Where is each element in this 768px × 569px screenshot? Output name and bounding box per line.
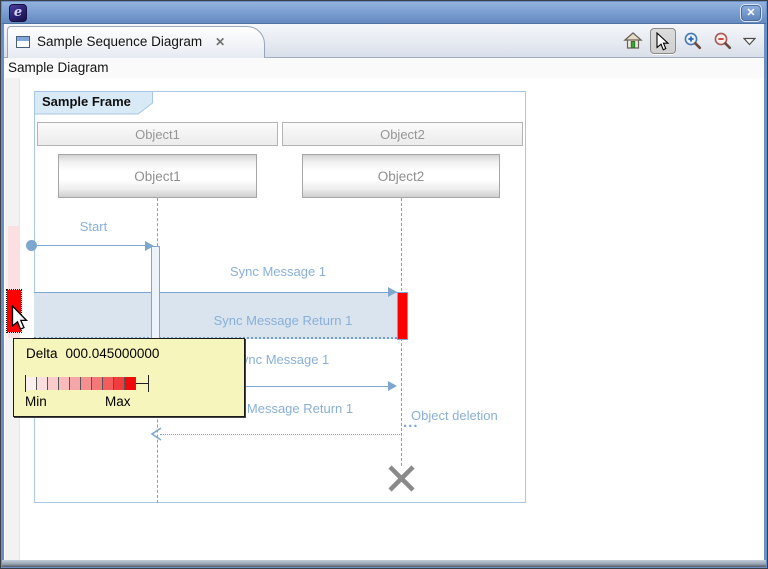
mouse-cursor-icon: [11, 305, 29, 332]
tab-label: Sample Sequence Diagram: [37, 34, 202, 49]
scale-segment: [70, 377, 81, 390]
delta-label: Delta: [26, 346, 58, 361]
scale-max-label: Max: [105, 394, 131, 409]
object-deletion-label[interactable]: Object deletion: [411, 408, 521, 423]
window-bottom-border: [2, 560, 766, 567]
sync-return-label[interactable]: Sync Message Return 1: [203, 313, 363, 328]
zoom-out-button[interactable]: [710, 28, 736, 54]
tab-close-icon[interactable]: ✕: [215, 35, 225, 49]
async-arrowhead-icon: [388, 381, 397, 391]
frame-title: Sample Frame: [42, 94, 131, 109]
start-arrowhead-icon: [145, 241, 154, 251]
scale-segment: [48, 377, 59, 390]
lifeline-label: Object1: [134, 169, 181, 184]
window-close-button[interactable]: ✕: [740, 4, 762, 22]
lifeline-box-object2[interactable]: Object2: [302, 154, 500, 198]
lifeline-header-object1[interactable]: Object1: [37, 122, 278, 146]
lifeline-label: Object2: [378, 169, 425, 184]
frame-title-tag: Sample Frame: [34, 91, 154, 115]
sync-message-label[interactable]: Sync Message 1: [218, 264, 338, 279]
tab-sample-sequence-diagram[interactable]: Sample Sequence Diagram ✕: [7, 26, 265, 58]
header-label: Object1: [135, 127, 180, 142]
start-message-line[interactable]: [31, 245, 145, 246]
object-deletion-x-icon[interactable]: [386, 463, 417, 494]
delta-value: 000.045000000: [66, 346, 160, 361]
diagram-canvas[interactable]: Sample Frame Object1 Object2 Object1 Obj…: [4, 78, 764, 560]
scale-segment: [114, 377, 125, 390]
start-message-label[interactable]: Start: [66, 219, 121, 234]
scale-segment: [37, 377, 48, 390]
time-ellipsis: ...: [403, 414, 419, 431]
home-icon: [623, 31, 643, 51]
delta-tooltip: Delta 000.045000000 Min Max: [13, 338, 245, 417]
red-execution-bar[interactable]: [397, 292, 408, 340]
scale-segment: [81, 377, 92, 390]
delta-scale: [25, 375, 149, 392]
delta-scale-segments: [26, 377, 136, 390]
scale-segment: [125, 377, 136, 390]
scale-segment: [92, 377, 103, 390]
view-menu-button[interactable]: [740, 28, 758, 54]
window-content: Sample Sequence Diagram ✕: [4, 24, 764, 560]
scale-end-tick: [148, 375, 149, 392]
scale-segment: [26, 377, 37, 390]
open-arrowhead-icon: [150, 427, 162, 441]
application-window: e ✕ Sample Sequence Diagram ✕: [0, 0, 768, 569]
scale-min-label: Min: [25, 394, 47, 409]
found-message-circle[interactable]: [26, 240, 37, 251]
scale-end-line: [136, 383, 148, 384]
scale-segment: [103, 377, 114, 390]
tab-strip: Sample Sequence Diagram ✕: [4, 24, 764, 58]
zoom-in-button[interactable]: [680, 28, 706, 54]
zoom-out-icon: [713, 31, 733, 51]
breadcrumb: Sample Diagram: [4, 58, 764, 78]
view-window-icon: [16, 36, 30, 48]
select-tool-button[interactable]: [650, 28, 676, 54]
scale-segment: [59, 377, 70, 390]
window-titlebar[interactable]: e ✕: [2, 2, 766, 24]
async-return-line[interactable]: [160, 434, 402, 435]
header-label: Object2: [380, 127, 425, 142]
eclipse-app-icon: e: [9, 4, 27, 22]
lifeline-header-object2[interactable]: Object2: [282, 122, 523, 146]
sync-arrowhead-icon: [388, 287, 397, 297]
view-menu-icon: [743, 37, 756, 46]
zoom-in-icon: [683, 31, 703, 51]
home-button[interactable]: [620, 28, 646, 54]
lifeline-box-object1[interactable]: Object1: [58, 154, 257, 198]
selection-cursor-icon: [656, 32, 670, 51]
view-toolbar: [616, 26, 758, 56]
